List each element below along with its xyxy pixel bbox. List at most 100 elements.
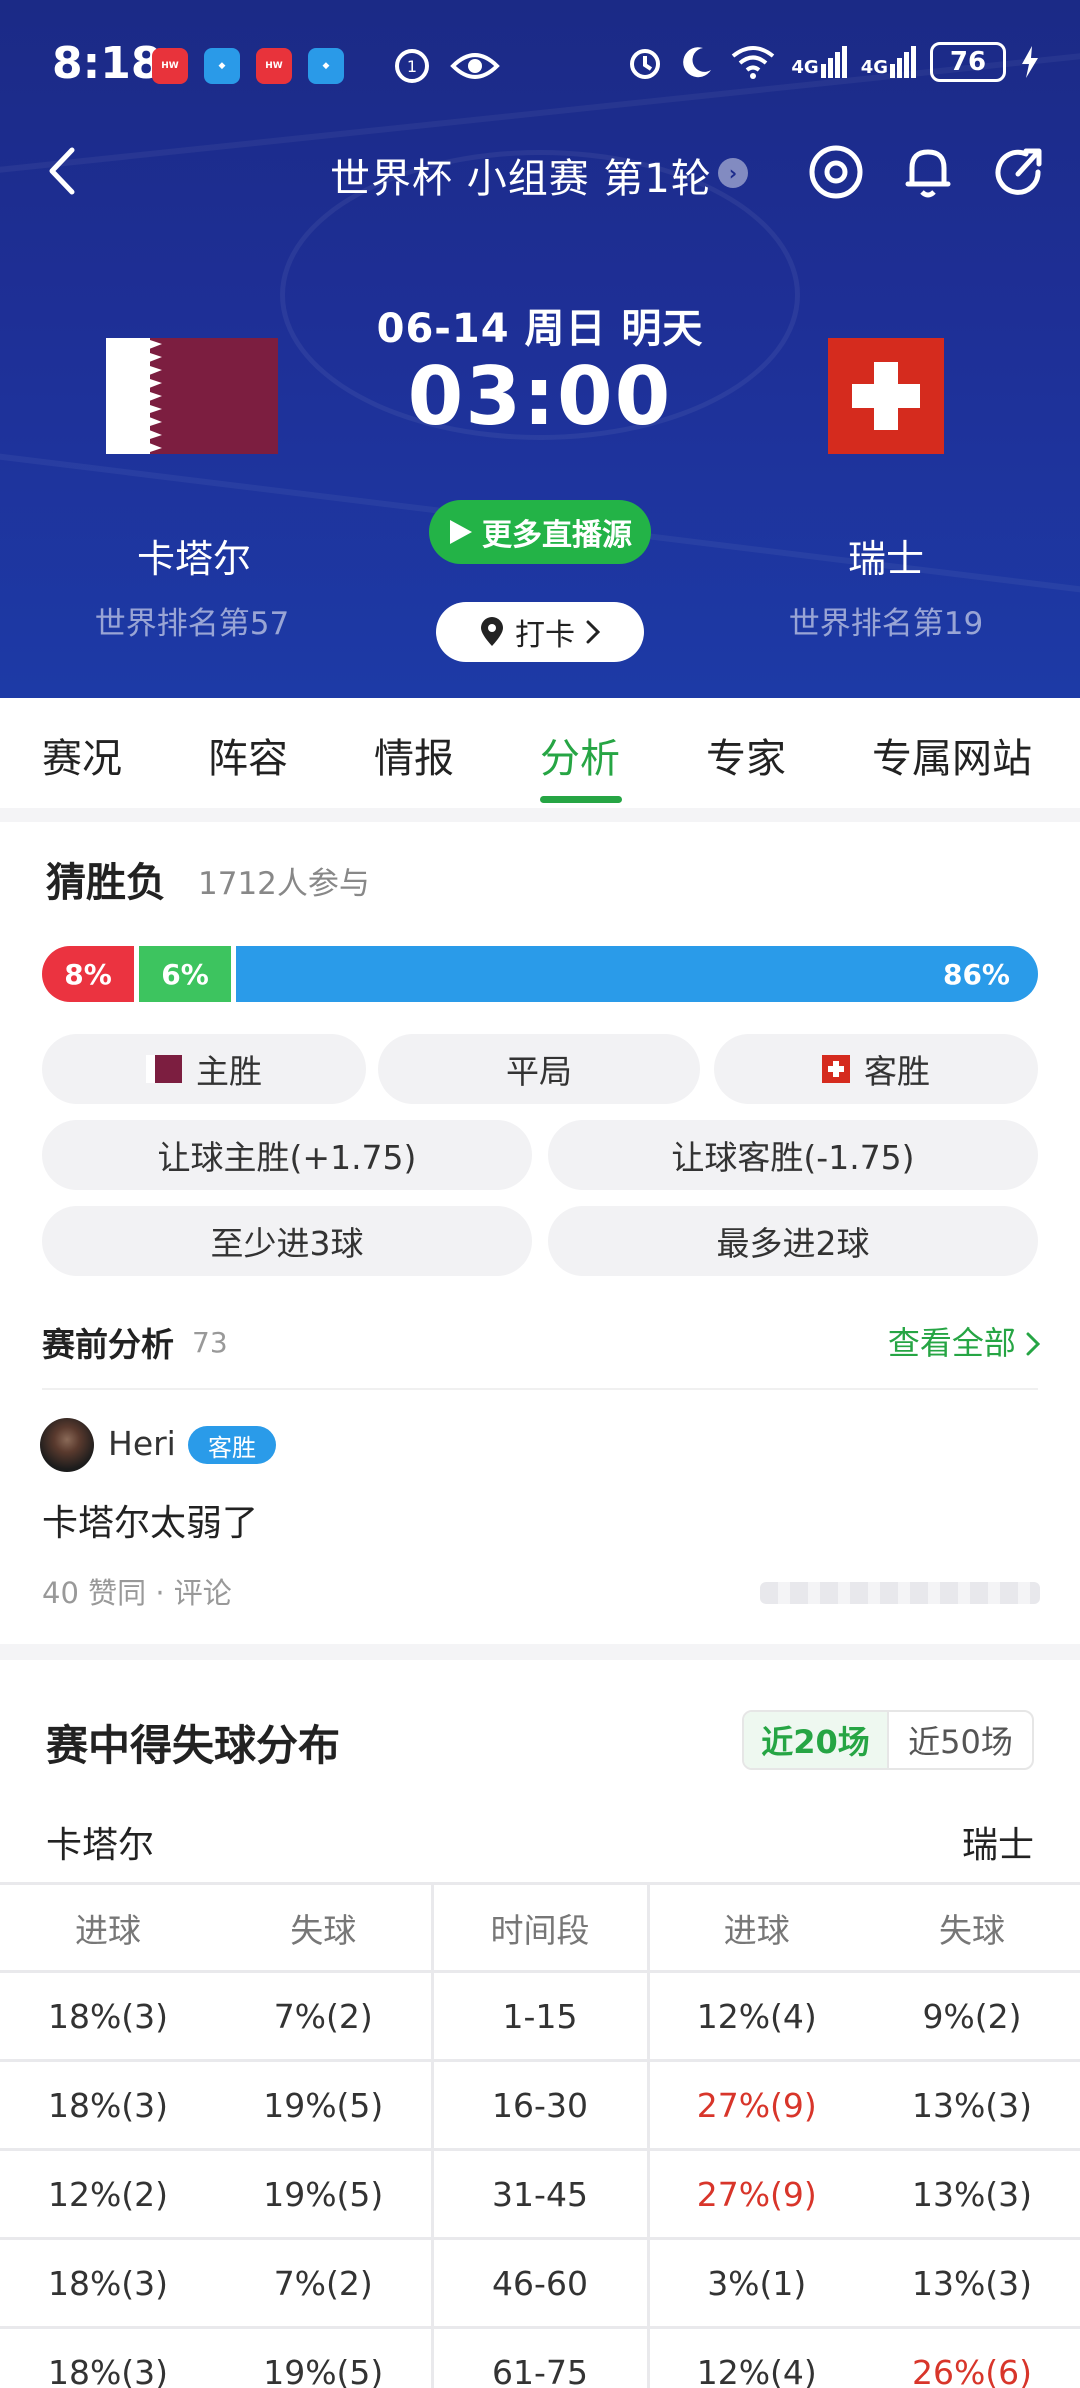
goal-distribution-table: 进球 失球 时间段 进球 失球 18%(3) 7%(2) 1-15 12%(4)… (0, 1882, 1080, 2388)
home-against-cell: 7%(2) (216, 2238, 432, 2329)
home-team-flag[interactable] (106, 338, 278, 454)
huawei-app-icon: HW (256, 48, 292, 84)
target-icon[interactable] (806, 142, 866, 202)
range-toggle: 近20场 近50场 (742, 1710, 1034, 1770)
home-for-cell: 18%(3) (0, 1971, 216, 2062)
period-cell: 16-30 (430, 2060, 650, 2151)
signal-icon: 4G (861, 46, 916, 78)
avatar[interactable] (40, 1418, 94, 1472)
post-text[interactable]: 卡塔尔太弱了 (42, 1494, 258, 1546)
away-against-cell: 13%(3) (864, 2060, 1080, 2151)
home-team-label: 卡塔尔 (46, 1825, 155, 1866)
home-win-button[interactable]: 主胜 (42, 1034, 366, 1104)
svg-text:1: 1 (407, 57, 417, 76)
chevron-right-icon (586, 620, 601, 644)
network-type-label: 4G (791, 57, 819, 78)
home-for-cell: 18%(3) (0, 2327, 216, 2388)
header-home-against: 失球 (216, 1882, 432, 1973)
see-all-link[interactable]: 查看全部 (888, 1318, 1041, 1364)
tab-lineup[interactable]: 阵容 (208, 726, 288, 784)
away-against-cell: 26%(6) (864, 2327, 1080, 2388)
header-period: 时间段 (430, 1882, 650, 1973)
away-win-button[interactable]: 客胜 (714, 1034, 1038, 1104)
alarm-icon (630, 49, 661, 79)
chevron-right-icon[interactable]: › (718, 158, 748, 188)
at-most-2-label: 最多进2球 (716, 1224, 870, 1263)
blurred-content (760, 1582, 1040, 1604)
away-team-name[interactable]: 瑞士 (756, 528, 1016, 583)
away-win-label: 客胜 (864, 1052, 930, 1091)
handicap-away-button[interactable]: 让球客胜(-1.75) (548, 1120, 1038, 1190)
like-count[interactable]: 40 赞同 (42, 1576, 146, 1610)
share-icon[interactable] (988, 142, 1048, 202)
location-pin-icon (481, 617, 503, 646)
home-win-label: 主胜 (196, 1052, 262, 1091)
away-for-cell: 12%(4) (648, 2327, 864, 2388)
home-team-rank: 世界排名第57 (94, 606, 290, 642)
pre-analysis-title: 赛前分析 (42, 1325, 174, 1364)
network-type-label: 4G (860, 57, 888, 78)
huawei-app-icon: HW (152, 48, 188, 84)
home-win-percent: 8% (42, 946, 134, 1002)
away-for-cell: 27%(9) (648, 2060, 864, 2151)
tab-analysis[interactable]: 分析 (540, 726, 620, 784)
app-icon: ◆ (308, 48, 344, 84)
match-header: 8:18 HW ◆ HW ◆ 1 4G 4G 76 世界杯 小组赛 第1轮 › … (0, 0, 1080, 698)
at-least-3-label: 至少进3球 (210, 1224, 364, 1263)
status-bar: 8:18 HW ◆ HW ◆ 1 4G 4G 76 (0, 0, 1080, 130)
live-button-label: 更多直播源 (482, 518, 632, 553)
post-username[interactable]: Heri (108, 1424, 176, 1463)
at-most-2-goals-button[interactable]: 最多进2球 (548, 1206, 1038, 1276)
range-20-button[interactable]: 近20场 (744, 1712, 889, 1768)
battery-level: 76 (949, 47, 987, 77)
bell-icon[interactable] (898, 142, 958, 202)
away-win-percent: 86% (236, 946, 1038, 1002)
home-team-name[interactable]: 卡塔尔 (64, 528, 324, 583)
divider (42, 1388, 1038, 1390)
checkin-button[interactable]: 打卡 (436, 602, 644, 662)
app-icon: ◆ (204, 48, 240, 84)
period-cell: 61-75 (430, 2327, 650, 2388)
handicap-home-label: 让球主胜(+1.75) (157, 1138, 417, 1177)
prediction-badge: 客胜 (188, 1426, 276, 1464)
header-away-for: 进球 (648, 1882, 864, 1973)
more-live-sources-button[interactable]: 更多直播源 (429, 500, 651, 564)
home-against-cell: 7%(2) (216, 1971, 432, 2062)
table-row: 12%(2) 19%(5) 31-45 27%(9) 13%(3) (0, 2149, 1080, 2240)
vote-percentage-bar: 8% 6% 86% (42, 946, 1038, 1002)
away-team-flag[interactable] (828, 338, 944, 454)
away-for-cell: 27%(9) (648, 2149, 864, 2240)
pre-analysis-count: 73 (192, 1326, 228, 1359)
notification-icons: HW ◆ HW ◆ (152, 48, 344, 84)
distribution-title: 赛中得失球分布 (46, 1721, 341, 1770)
competition-title[interactable]: 世界杯 小组赛 第1轮 (330, 146, 712, 204)
guess-title: 猜胜负 (46, 860, 166, 906)
tab-bar: 赛况 阵容 情报 分析 专家 专属网站 (0, 698, 1080, 808)
header-home-for: 进球 (0, 1882, 216, 1973)
wifi-icon (732, 46, 775, 79)
tab-live[interactable]: 赛况 (42, 726, 122, 784)
checkin-label: 打卡 (515, 618, 575, 653)
switzerland-flag-icon (822, 1055, 850, 1083)
tab-experts[interactable]: 专家 (706, 726, 786, 784)
handicap-home-button[interactable]: 让球主胜(+1.75) (42, 1120, 532, 1190)
home-for-cell: 18%(3) (0, 2060, 216, 2151)
qatar-flag-icon (146, 1055, 182, 1083)
comment-link[interactable]: 评论 (174, 1576, 232, 1610)
tab-exclusive-sites[interactable]: 专属网站 (872, 726, 1032, 784)
back-arrow-icon[interactable] (44, 146, 84, 196)
draw-button[interactable]: 平局 (378, 1034, 700, 1104)
header-away-against: 失球 (864, 1882, 1080, 1973)
home-against-cell: 19%(5) (216, 2327, 432, 2388)
away-against-cell: 13%(3) (864, 2149, 1080, 2240)
status-time: 8:18 (52, 38, 162, 89)
away-for-cell: 12%(4) (648, 1971, 864, 2062)
home-against-cell: 19%(5) (216, 2060, 432, 2151)
sync-icon: 1 (395, 49, 429, 83)
range-50-button[interactable]: 近50场 (889, 1712, 1032, 1768)
at-least-3-goals-button[interactable]: 至少进3球 (42, 1206, 532, 1276)
away-for-cell: 3%(1) (648, 2238, 864, 2329)
tab-intel[interactable]: 情报 (374, 726, 454, 784)
top-nav: 世界杯 小组赛 第1轮 › (0, 130, 1080, 214)
period-cell: 31-45 (430, 2149, 650, 2240)
